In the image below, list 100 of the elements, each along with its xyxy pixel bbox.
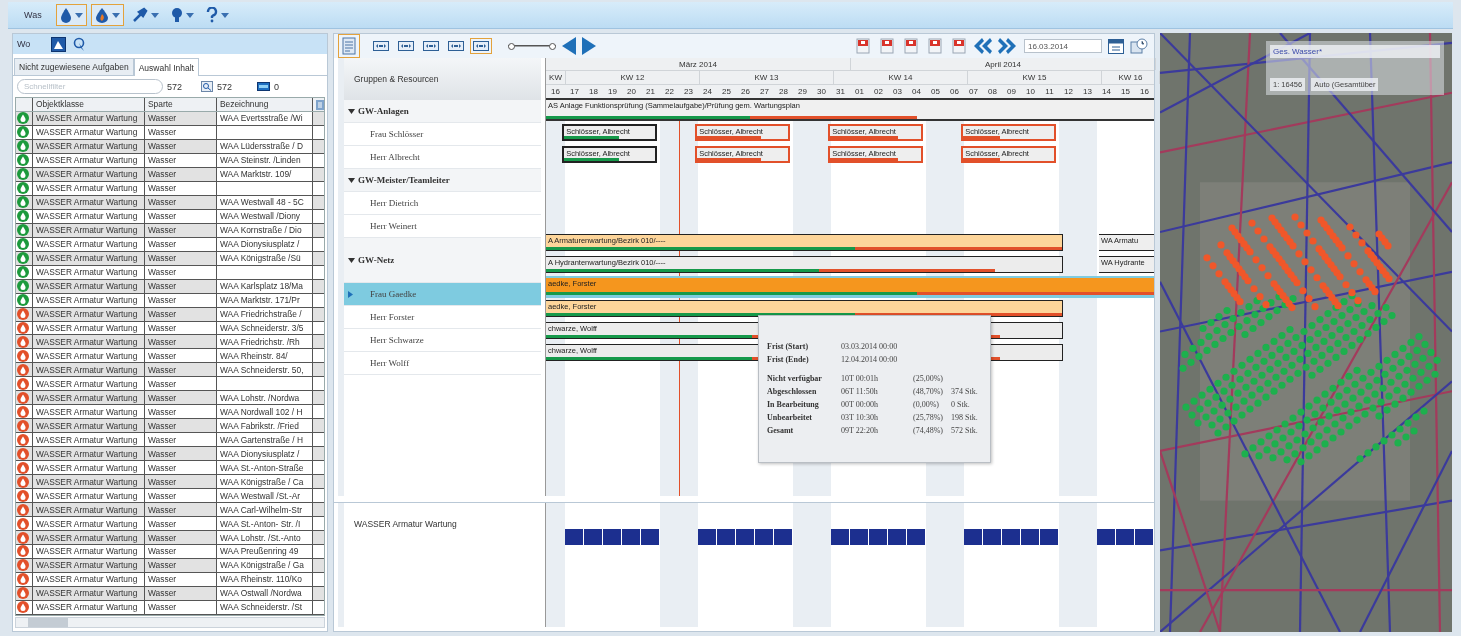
table-cell: WASSER Armatur Wartung [33, 586, 145, 600]
day-header: 21 [645, 85, 656, 98]
toolbar-label: Was [24, 10, 43, 20]
resource-label: Herr Wolff [370, 358, 410, 368]
tooltip-value: 12.04.2014 00:00 [841, 355, 899, 364]
day-header: 27 [759, 85, 770, 98]
day-header: 09 [1006, 85, 1017, 98]
table-cell: WAA Carl-Wilhelm-Str [217, 503, 313, 517]
tooltip-value: 374 Stk. [951, 387, 979, 396]
table-cell: WASSER Armatur Wartung [33, 600, 145, 614]
day-header: 28 [778, 85, 789, 98]
day-header: 17 [569, 85, 580, 98]
day-header: 12 [1063, 85, 1074, 98]
day-header: 22 [664, 85, 675, 98]
week-header: KW 14 [834, 71, 968, 84]
day-header: 14 [1101, 85, 1112, 98]
day-header: 26 [740, 85, 751, 98]
table-cell: WASSER Armatur Wartung [33, 321, 145, 335]
resource-label: Herr Schwarze [370, 335, 424, 345]
table-cell: WAA St.-Anton-Straße [217, 461, 313, 475]
table-cell: WASSER Armatur Wartung [33, 167, 145, 181]
table-cell: WASSER Armatur Wartung [33, 125, 145, 139]
table-cell: WAA Fabrikstr. /Fried [217, 419, 313, 433]
week-header: KW [546, 71, 566, 84]
group-label: GW-Netz [358, 255, 395, 265]
day-header: 06 [949, 85, 960, 98]
week-header: KW 12 [566, 71, 700, 84]
table-cell: WAA Gartenstraße / H [217, 433, 313, 447]
table-cell: WASSER Armatur Wartung [33, 447, 145, 461]
column-header: Gruppen & Resourcen [344, 58, 541, 100]
table-cell: WASSER Armatur Wartung [33, 265, 145, 279]
table-cell: WASSER Armatur Wartung [33, 572, 145, 586]
day-header: 24 [702, 85, 713, 98]
location-label: Wo [17, 39, 32, 49]
table-cell: WASSER Armatur Wartung [33, 558, 145, 572]
tooltip-label: Unbearbeitet [767, 413, 813, 422]
day-header: 10 [1025, 85, 1036, 98]
day-header: 16 [550, 85, 561, 98]
table-cell: WAA Königstraße / Ca [217, 475, 313, 489]
table-cell: WASSER Armatur Wartung [33, 181, 145, 195]
tooltip-value: 10T 00:01h [841, 374, 879, 383]
day-header: 11 [1044, 85, 1055, 98]
table-cell: WASSER Armatur Wartung [33, 433, 145, 447]
table-cell: WAA Lohstr. /Nordwa [217, 391, 313, 405]
resource-label: Herr Dietrich [370, 198, 419, 208]
table-cell: WAA Rheinstr. 84/ [217, 349, 313, 363]
tooltip-value: (25,78%) [913, 413, 944, 422]
table-cell: WASSER Armatur Wartung [33, 419, 145, 433]
tooltip-label: In Bearbeitung [767, 400, 820, 409]
tooltip-label: Frist (Start) [767, 342, 810, 351]
marked-count: 0 [274, 81, 280, 92]
table-cell: WASSER Armatur Wartung [33, 293, 145, 307]
tooltip-value: (25,00%) [913, 374, 944, 383]
tooltip-value: 06T 11:50h [841, 387, 879, 396]
resource-label: Herr Forster [370, 312, 415, 322]
table-cell: WASSER Armatur Wartung [33, 475, 145, 489]
month-header: März 2014 [546, 58, 851, 71]
tooltip-value: 0 Stk. [951, 400, 971, 409]
table-cell: WASSER Armatur Wartung [33, 209, 145, 223]
tooltip-value: 03T 10:30h [841, 413, 879, 422]
table-cell: WASSER Armatur Wartung [33, 461, 145, 475]
table-cell: WASSER Armatur Wartung [33, 307, 145, 321]
week-header: KW 13 [700, 71, 834, 84]
tooltip-label: Frist (Ende) [767, 355, 810, 364]
group-label: GW-Meister/Teamleiter [358, 175, 450, 185]
day-header: 02 [873, 85, 884, 98]
table-cell: WAA Westwall /St.-Ar [217, 489, 313, 503]
table-cell: WASSER Armatur Wartung [33, 377, 145, 391]
table-cell: WAA Preußenring 49 [217, 545, 313, 558]
day-header: 08 [987, 85, 998, 98]
tooltip-value: (74,48%) [913, 426, 944, 435]
table-cell: WASSER Armatur Wartung [33, 195, 145, 209]
table-cell: WASSER Armatur Wartung [33, 349, 145, 363]
tooltip-value: (0,00%) [913, 400, 940, 409]
table-cell: WASSER Armatur Wartung [33, 251, 145, 265]
tooltip-value: 00T 00:00h [841, 400, 879, 409]
tooltip-value: 572 Stk. [951, 426, 979, 435]
day-header: 13 [1082, 85, 1093, 98]
table-cell: WASSER Armatur Wartung [33, 335, 145, 349]
table-cell: WASSER Armatur Wartung [33, 363, 145, 377]
table-cell: WAA Friedrichstr. /Rh [217, 335, 313, 349]
day-header: 07 [968, 85, 979, 98]
table-cell: WASSER Armatur Wartung [33, 153, 145, 167]
table-cell: WASSER Armatur Wartung [33, 391, 145, 405]
day-header: 19 [607, 85, 618, 98]
day-header: 03 [892, 85, 903, 98]
day-header: 16 [1139, 85, 1150, 98]
day-header: 31 [835, 85, 846, 98]
day-header: 20 [626, 85, 637, 98]
tooltip-value: 03.03.2014 00:00 [841, 342, 899, 351]
table-cell: WASSER Armatur Wartung [33, 111, 145, 125]
day-header: 29 [797, 85, 808, 98]
table-cell: WAA Schneiderstr. 50, [217, 363, 313, 377]
month-header: April 2014 [851, 58, 1156, 71]
tooltip-value: (48,70%) [913, 387, 944, 396]
day-header: 30 [816, 85, 827, 98]
table-cell: WASSER Armatur Wartung [33, 237, 145, 251]
table-cell: WASSER Armatur Wartung [33, 139, 145, 153]
resource-label: Frau Gaedke [370, 289, 417, 299]
day-header: 25 [721, 85, 732, 98]
